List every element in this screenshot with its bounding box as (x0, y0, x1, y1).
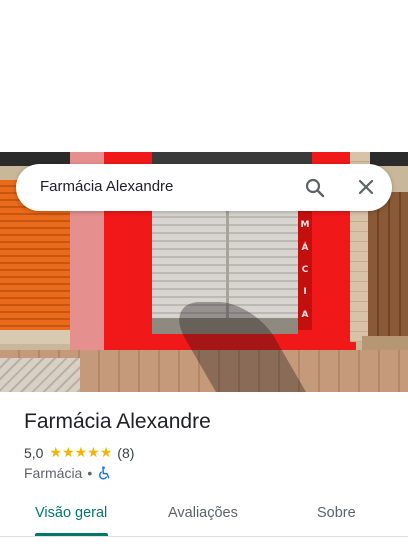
sign-letter: C (301, 264, 309, 275)
map-blank-area (0, 0, 408, 152)
sign-letter: M (300, 220, 310, 231)
photo-wooden-door (368, 192, 408, 342)
photo-left-base (0, 330, 72, 344)
search-bar[interactable]: Farmácia Alexandre (16, 164, 392, 211)
tabs-divider (0, 536, 408, 537)
star-icon: ★ (87, 445, 100, 461)
separator-dot: • (87, 465, 93, 481)
place-category[interactable]: Farmácia (24, 465, 82, 481)
search-input[interactable]: Farmácia Alexandre (40, 178, 173, 195)
star-icon: ★ (74, 445, 88, 461)
sign-letter: A (301, 309, 309, 320)
star-icon: ★ (62, 445, 75, 461)
review-count[interactable]: (8) (117, 445, 134, 461)
close-icon[interactable] (354, 175, 378, 199)
tab-bar: Visão geral Avaliações Sobre (0, 492, 408, 537)
rating-value: 5,0 (24, 445, 44, 461)
photo-curb (0, 358, 80, 392)
wheelchair-icon (97, 466, 111, 480)
tab-overview[interactable]: Visão geral (35, 505, 107, 521)
star-icon: ★ (49, 445, 63, 461)
search-icon[interactable] (303, 176, 327, 200)
category-row: Farmácia • (24, 465, 111, 481)
tab-about[interactable]: Sobre (317, 505, 356, 521)
photo-side-sign: M Á C I A (298, 210, 312, 330)
star-icon: ★ (99, 445, 113, 461)
sign-letter: I (303, 287, 307, 298)
rating-row[interactable]: 5,0 ★ ★ ★ ★ ★ (8) (24, 445, 134, 461)
place-title: Farmácia Alexandre (24, 410, 211, 433)
tab-reviews[interactable]: Avaliações (168, 505, 238, 521)
star-rating: ★ ★ ★ ★ ★ (49, 446, 112, 460)
sign-letter: Á (301, 242, 309, 253)
